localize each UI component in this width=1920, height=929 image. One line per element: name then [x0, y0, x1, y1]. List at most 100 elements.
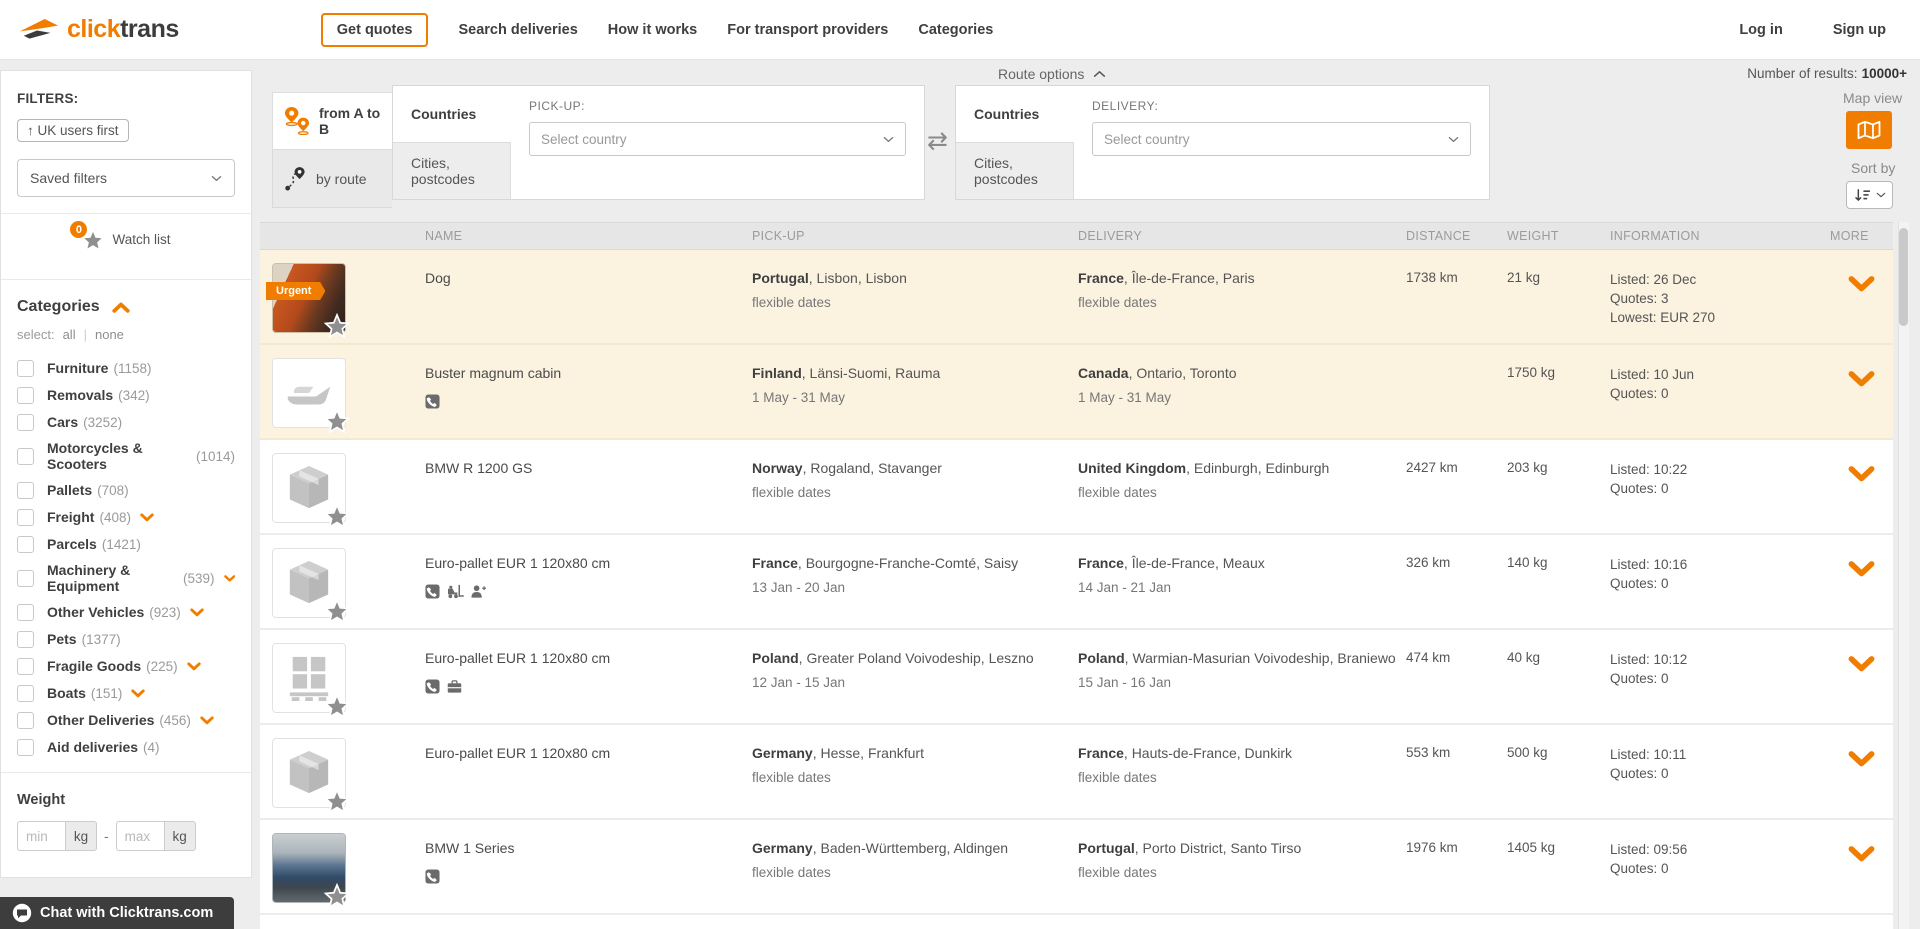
- swap-icon[interactable]: ⇄: [927, 126, 948, 155]
- signup-link[interactable]: Sign up: [1833, 22, 1886, 38]
- category-checkbox[interactable]: [17, 685, 34, 702]
- divider: [1, 279, 251, 280]
- listing-thumbnail[interactable]: [272, 738, 346, 808]
- nav-for-transport-providers[interactable]: For transport providers: [727, 22, 888, 38]
- delivery-cell: Portugal, Porto District, Santo Tirso fl…: [1078, 820, 1406, 880]
- categories-section-toggle[interactable]: Categories: [17, 298, 235, 316]
- category-checkbox[interactable]: [17, 536, 34, 553]
- category-label: Pallets: [47, 482, 92, 498]
- map-view-button[interactable]: [1846, 111, 1892, 149]
- expand-chevron-icon[interactable]: [1848, 276, 1875, 292]
- tab-countries[interactable]: Countries: [956, 86, 1074, 142]
- category-checkbox[interactable]: [17, 604, 34, 621]
- category-checkbox[interactable]: [17, 658, 34, 675]
- expand-chevron-icon[interactable]: [1848, 846, 1875, 862]
- star-icon[interactable]: [324, 693, 350, 718]
- expand-chevron-icon[interactable]: [1848, 656, 1875, 672]
- listing-photo[interactable]: Urgent: [272, 263, 346, 333]
- listing-thumbnail[interactable]: [272, 453, 346, 523]
- listing-thumbnail[interactable]: [272, 548, 346, 618]
- category-checkbox[interactable]: [17, 509, 34, 526]
- category-checkbox[interactable]: [17, 360, 34, 377]
- table-row[interactable]: Euro-pallet EUR 1 120x80 cm Germany, Hes…: [260, 725, 1893, 820]
- star-icon[interactable]: [324, 598, 350, 623]
- separator: |: [84, 327, 87, 342]
- star-icon[interactable]: [324, 313, 350, 338]
- clicktrans-logo[interactable]: clicktrans: [18, 15, 179, 44]
- delivery-country: France: [1078, 555, 1124, 571]
- category-checkbox[interactable]: [17, 448, 34, 465]
- listing-photo[interactable]: [272, 833, 346, 903]
- nav-categories[interactable]: Categories: [918, 22, 993, 38]
- select-all-link[interactable]: all: [63, 327, 76, 342]
- chevron-down-icon[interactable]: [187, 662, 201, 671]
- nav-how-it-works[interactable]: How it works: [608, 22, 697, 38]
- info-quotes: Quotes: 0: [1610, 764, 1830, 783]
- listing-thumbnail[interactable]: [272, 358, 346, 428]
- select-none-link[interactable]: none: [95, 327, 124, 342]
- category-checkbox[interactable]: [17, 482, 34, 499]
- table-row[interactable]: BMW 1 Series Germany, Baden-Württemberg,…: [260, 820, 1893, 915]
- category-checkbox[interactable]: [17, 387, 34, 404]
- table-row[interactable]: Euro-pallet EUR 1 120x80 cm Poland, Grea…: [260, 630, 1893, 725]
- delivery-country: Poland: [1078, 650, 1125, 666]
- table-row[interactable]: Euro-pallet EUR 1 120x80 cm France, Bour…: [260, 535, 1893, 630]
- chevron-down-icon[interactable]: [190, 608, 204, 617]
- nav-get-quotes[interactable]: Get quotes: [321, 13, 429, 47]
- tab-countries[interactable]: Countries: [393, 86, 511, 142]
- route-options-toggle[interactable]: Route options: [998, 66, 1106, 82]
- tab-cities-postcodes[interactable]: Cities, postcodes: [393, 142, 511, 199]
- pickup-country-select[interactable]: Select country: [529, 122, 906, 156]
- star-icon[interactable]: [324, 503, 350, 528]
- category-item-fragile-goods: Fragile Goods (225): [17, 657, 235, 675]
- scrollbar-thumb[interactable]: [1899, 228, 1908, 326]
- listing-name[interactable]: Euro-pallet EUR 1 120x80 cm: [425, 650, 752, 666]
- saved-filters-select[interactable]: Saved filters: [17, 159, 235, 197]
- listing-name[interactable]: Dog: [425, 270, 752, 286]
- listing-name[interactable]: BMW R 1200 GS: [425, 460, 752, 476]
- star-icon[interactable]: [324, 883, 350, 908]
- expand-chevron-icon[interactable]: [1848, 751, 1875, 767]
- star-icon[interactable]: [324, 408, 350, 433]
- table-row[interactable]: BMW R 1200 GS Norway, Rogaland, Stavange…: [260, 440, 1893, 535]
- info-quotes: Quotes: 0: [1610, 384, 1830, 403]
- chevron-down-icon[interactable]: [131, 689, 145, 698]
- expand-chevron-icon[interactable]: [1848, 371, 1875, 387]
- info-cell: Listed: 10:12 Quotes: 0: [1610, 630, 1830, 688]
- listing-name[interactable]: BMW 1 Series: [425, 840, 752, 856]
- category-checkbox[interactable]: [17, 414, 34, 431]
- category-checkbox[interactable]: [17, 631, 34, 648]
- watch-list[interactable]: 0 Watch list: [17, 214, 235, 263]
- chat-widget[interactable]: Chat with Clicktrans.com: [0, 897, 234, 929]
- uk-users-first-button[interactable]: ↑ UK users first: [17, 119, 129, 142]
- expand-chevron-icon[interactable]: [1848, 561, 1875, 577]
- pickup-cell: France, Bourgogne-Franche-Comté, Saisy 1…: [752, 535, 1078, 595]
- weight-min-input[interactable]: [17, 821, 65, 851]
- sort-by-button[interactable]: [1846, 181, 1893, 209]
- tab-cities-postcodes[interactable]: Cities, postcodes: [956, 142, 1074, 199]
- listing-name[interactable]: Buster magnum cabin: [425, 365, 752, 381]
- feature-icons: [425, 584, 752, 599]
- category-checkbox[interactable]: [17, 570, 34, 587]
- nav-search-deliveries[interactable]: Search deliveries: [458, 22, 577, 38]
- col-header-name: NAME: [425, 229, 752, 243]
- table-row[interactable]: Urgent Dog Portugal, Lisbon, Lisbon flex…: [260, 250, 1893, 345]
- tab-by-route[interactable]: by route: [272, 150, 392, 208]
- category-checkbox[interactable]: [17, 712, 34, 729]
- chevron-down-icon[interactable]: [200, 716, 214, 725]
- listing-name[interactable]: Euro-pallet EUR 1 120x80 cm: [425, 745, 752, 761]
- info-quotes: Quotes: 0: [1610, 479, 1830, 498]
- login-link[interactable]: Log in: [1739, 22, 1783, 38]
- category-checkbox[interactable]: [17, 739, 34, 756]
- star-icon[interactable]: [324, 788, 350, 813]
- table-row[interactable]: Buster magnum cabin Finland, Länsi-Suomi…: [260, 345, 1893, 440]
- listing-name[interactable]: Euro-pallet EUR 1 120x80 cm: [425, 555, 752, 571]
- listing-thumbnail[interactable]: [272, 643, 346, 713]
- chevron-up-icon: [112, 302, 130, 313]
- tab-from-a-to-b[interactable]: from A to B: [272, 92, 392, 150]
- chevron-down-icon[interactable]: [140, 513, 154, 522]
- chevron-down-icon[interactable]: [224, 574, 236, 583]
- delivery-country-select[interactable]: Select country: [1092, 122, 1471, 156]
- expand-chevron-icon[interactable]: [1848, 466, 1875, 482]
- weight-max-input[interactable]: [116, 821, 164, 851]
